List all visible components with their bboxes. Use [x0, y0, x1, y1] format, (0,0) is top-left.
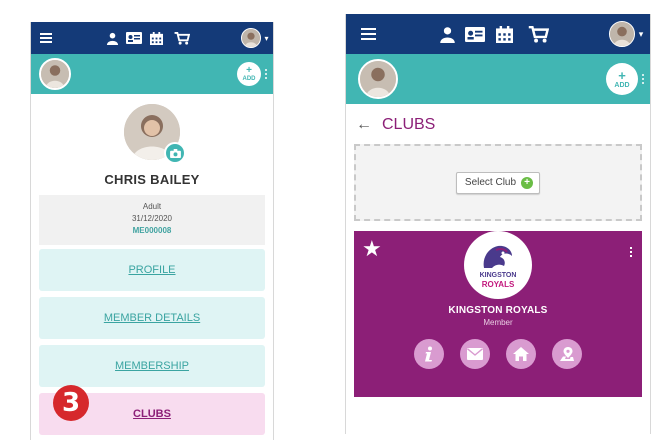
id-card-icon — [126, 32, 142, 44]
club-role: Member — [483, 318, 513, 327]
kebab-menu-icon[interactable] — [630, 247, 632, 257]
mail-icon — [467, 348, 483, 360]
location-button[interactable] — [552, 339, 582, 369]
chevron-down-icon: ▾ — [638, 28, 644, 39]
right-screen: ▾ + ADD ← CLUBS Select Club + ★ KINGSTON… — [345, 14, 651, 434]
profile-info: Adult 31/12/2020 ME000008 — [39, 195, 265, 245]
calendar-button[interactable] — [145, 31, 167, 45]
profile-link[interactable]: PROFILE — [39, 249, 265, 291]
cart-button[interactable] — [518, 25, 558, 43]
add-label: ADD — [614, 82, 630, 89]
home-icon — [513, 347, 529, 361]
top-nav-bar: ▾ — [346, 14, 650, 54]
id-card-icon — [465, 26, 485, 42]
action-bar: + ADD — [346, 54, 650, 104]
membership-link[interactable]: MEMBERSHIP — [39, 345, 265, 387]
chevron-down-icon: ▾ — [264, 33, 269, 43]
member-details-link[interactable]: MEMBER DETAILS — [39, 297, 265, 339]
add-button[interactable]: + ADD — [606, 63, 638, 95]
select-club-button[interactable]: Select Club + — [455, 171, 541, 194]
person-button[interactable] — [434, 26, 460, 43]
member-code: ME000008 — [132, 226, 172, 235]
add-circle-icon: + — [521, 176, 534, 189]
calendar-icon — [495, 25, 513, 43]
account-button[interactable]: ▾ — [237, 28, 273, 48]
logo-text-top: KINGSTON — [479, 271, 517, 279]
avatar — [608, 21, 635, 47]
id-card-button[interactable] — [123, 32, 145, 44]
add-label: ADD — [242, 76, 256, 82]
profile-menu: PROFILE MEMBER DETAILS MEMBERSHIP 3 CLUB… — [31, 239, 273, 435]
cart-button[interactable] — [167, 31, 197, 45]
club-logo: KINGSTON ROYALS — [464, 231, 532, 299]
add-plus: + — [246, 65, 252, 76]
calendar-button[interactable] — [490, 25, 518, 43]
avatar[interactable] — [358, 59, 398, 99]
club-card[interactable]: ★ KINGSTON ROYALS KINGSTON ROYALS Member — [354, 231, 642, 397]
cart-icon — [528, 25, 549, 43]
profile-photo — [124, 104, 186, 164]
add-button[interactable]: + ADD — [237, 62, 261, 86]
select-club-label: Select Club — [464, 177, 517, 188]
profile-name: CHRIS BAILEY — [104, 172, 200, 187]
avatar[interactable] — [39, 58, 71, 90]
clubs-link[interactable]: 3 CLUBS — [39, 385, 265, 435]
logo-text-bottom: ROYALS — [481, 279, 515, 289]
club-actions — [354, 339, 642, 369]
person-icon — [439, 26, 455, 43]
page-title: CLUBS — [382, 116, 436, 133]
calendar-icon — [149, 31, 163, 45]
lion-emblem-icon — [483, 245, 512, 268]
kebab-menu-icon[interactable] — [642, 74, 644, 84]
select-club-area: Select Club + — [354, 144, 642, 221]
menu-icon — [360, 28, 376, 40]
step-badge: 3 — [53, 385, 89, 421]
add-plus: + — [618, 68, 626, 83]
profile-section: CHRIS BAILEY Adult 31/12/2020 ME000008 — [31, 94, 273, 245]
club-name: KINGSTON ROYALS — [448, 305, 548, 316]
clubs-header: ← CLUBS — [346, 104, 650, 144]
info-icon — [425, 346, 432, 362]
camera-icon — [169, 148, 181, 158]
left-screen: ▾ + ADD CHRIS BAILEY Adult 31/12/2020 ME… — [30, 22, 274, 440]
home-button[interactable] — [506, 339, 536, 369]
cart-icon — [174, 31, 190, 45]
clubs-link-label: CLUBS — [133, 408, 171, 420]
camera-button[interactable] — [164, 142, 186, 164]
menu-button[interactable] — [346, 28, 390, 40]
star-icon[interactable]: ★ — [362, 239, 382, 261]
mail-button[interactable] — [460, 339, 490, 369]
person-icon — [106, 32, 118, 45]
kebab-menu-icon[interactable] — [265, 69, 267, 79]
menu-icon — [40, 33, 52, 43]
id-card-button[interactable] — [460, 26, 490, 42]
person-button[interactable] — [101, 32, 123, 45]
action-bar: + ADD — [31, 54, 273, 94]
avatar — [241, 28, 262, 48]
member-date: 31/12/2020 — [131, 214, 173, 223]
map-pin-icon — [560, 347, 574, 361]
back-arrow-icon[interactable]: ← — [356, 116, 372, 134]
member-category: Adult — [142, 202, 162, 211]
info-button[interactable] — [414, 339, 444, 369]
menu-button[interactable] — [31, 33, 61, 43]
top-nav-bar: ▾ — [31, 22, 273, 54]
account-button[interactable]: ▾ — [602, 21, 650, 47]
